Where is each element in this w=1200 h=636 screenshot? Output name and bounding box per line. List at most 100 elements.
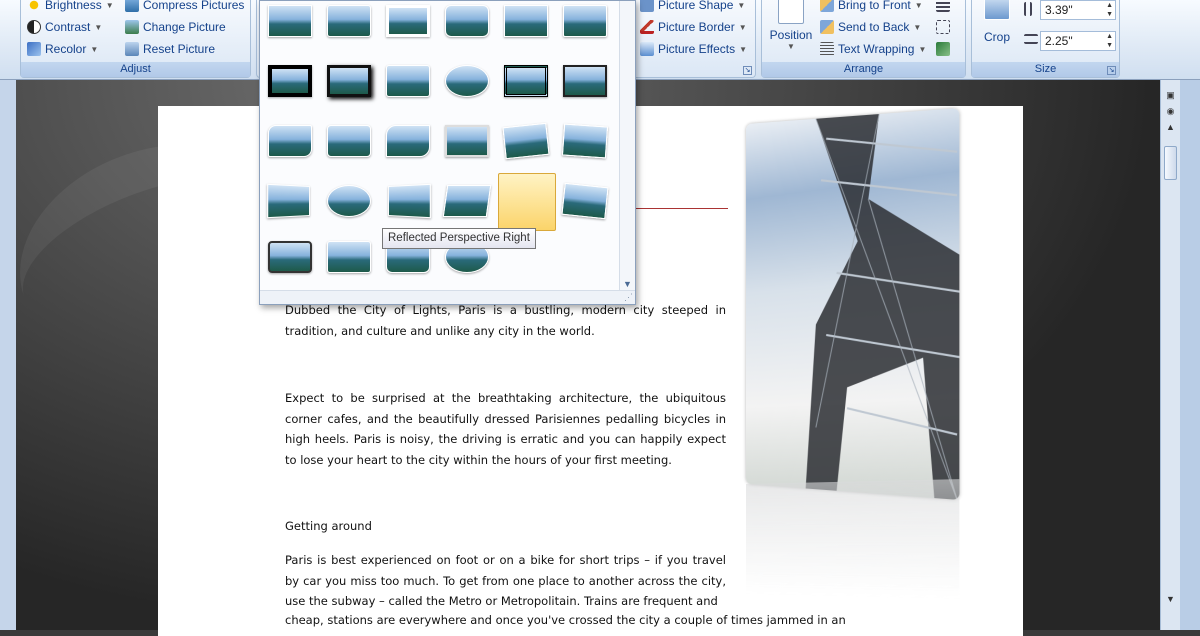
picture-style-option[interactable] bbox=[386, 65, 430, 97]
picture-style-option[interactable] bbox=[445, 5, 489, 37]
picture-style-option[interactable] bbox=[561, 182, 609, 220]
picture-style-option[interactable] bbox=[268, 5, 312, 37]
style-preview-image bbox=[386, 5, 430, 37]
scroll-top-icon[interactable]: ◉ bbox=[1163, 106, 1178, 120]
scroll-up-icon[interactable]: ▲ bbox=[1163, 122, 1178, 136]
spinner-arrows-icon[interactable]: ▲ ▼ bbox=[1106, 1, 1113, 19]
scrollbar-thumb[interactable] bbox=[1164, 146, 1177, 180]
style-preview-image bbox=[327, 185, 371, 217]
picture-style-option[interactable] bbox=[268, 125, 312, 157]
picture-border-button[interactable]: Picture Border ▼ bbox=[640, 18, 747, 36]
width-field[interactable]: 2.25" ▲ ▼ bbox=[1040, 31, 1116, 51]
rotate-button[interactable] bbox=[936, 40, 950, 58]
recolor-button[interactable]: Recolor ▼ bbox=[27, 40, 98, 58]
chevron-down-icon: ▼ bbox=[94, 22, 103, 32]
picture-style-option[interactable] bbox=[386, 5, 430, 37]
style-preview-image bbox=[561, 123, 609, 159]
picture-style-option[interactable] bbox=[267, 183, 312, 219]
position-icon bbox=[778, 0, 804, 24]
picture-style-option[interactable] bbox=[327, 125, 371, 157]
pencil-icon bbox=[640, 20, 654, 34]
picture-style-option[interactable] bbox=[268, 65, 312, 97]
picture-style-option[interactable] bbox=[504, 5, 548, 37]
style-preview-image bbox=[327, 125, 371, 157]
recolor-icon bbox=[27, 42, 41, 56]
style-preview-image bbox=[504, 65, 548, 97]
brightness-button[interactable]: Brightness ▼ bbox=[27, 0, 114, 14]
picture-style-option[interactable] bbox=[268, 241, 312, 273]
resize-grip-icon[interactable]: ⋰ bbox=[624, 292, 633, 303]
picture-style-option[interactable] bbox=[327, 241, 371, 273]
picture-style-option[interactable] bbox=[386, 125, 430, 157]
text-wrapping-button[interactable]: Text Wrapping ▼ bbox=[820, 40, 926, 58]
group-button[interactable] bbox=[936, 18, 950, 36]
paragraph-getting-around-cont[interactable]: cheap, stations are everywhere and once … bbox=[285, 610, 895, 631]
height-field[interactable]: 3.39" ▲ ▼ bbox=[1040, 0, 1116, 20]
picture-style-option[interactable] bbox=[442, 185, 492, 217]
picture-style-option[interactable] bbox=[504, 65, 548, 97]
style-preview-image bbox=[386, 125, 430, 157]
picture-shape-button[interactable]: Picture Shape ▼ bbox=[640, 0, 745, 14]
position-label: Position bbox=[769, 28, 813, 42]
size-launcher-icon[interactable]: ↘ bbox=[1107, 66, 1116, 75]
picture-style-option[interactable] bbox=[386, 183, 431, 219]
eiffel-tower-photo[interactable] bbox=[746, 108, 960, 500]
crop-button[interactable]: Crop bbox=[978, 0, 1016, 44]
text-wrapping-label: Text Wrapping bbox=[838, 42, 915, 56]
style-preview-image bbox=[445, 65, 489, 97]
picture-styles-gallery[interactable]: ▼ ⋰ bbox=[259, 0, 636, 305]
picture-style-option[interactable] bbox=[327, 185, 371, 217]
eiffel-tower-illustration bbox=[805, 108, 960, 500]
align-button[interactable] bbox=[936, 0, 950, 14]
heading-getting-around[interactable]: Getting around bbox=[285, 516, 726, 537]
rotate-icon bbox=[936, 42, 950, 56]
style-preview-image bbox=[327, 241, 371, 273]
contrast-icon bbox=[27, 20, 41, 34]
text-wrapping-icon bbox=[820, 42, 834, 56]
spinner-arrows-icon[interactable]: ▲ ▼ bbox=[1106, 32, 1113, 50]
style-preview-image bbox=[268, 5, 312, 37]
picture-style-option[interactable] bbox=[445, 65, 489, 97]
send-to-back-icon bbox=[820, 20, 834, 34]
send-to-back-button[interactable]: Send to Back ▼ bbox=[820, 18, 921, 36]
picture-style-option[interactable] bbox=[563, 65, 607, 97]
chevron-down-icon: ▼ bbox=[105, 0, 114, 10]
paragraph-getting-around[interactable]: Paris is best experienced on foot or on … bbox=[285, 550, 726, 612]
style-preview-image bbox=[268, 241, 312, 273]
paragraph-expect[interactable]: Expect to be surprised at the breathtaki… bbox=[285, 388, 726, 470]
bring-to-front-icon bbox=[820, 0, 834, 12]
chevron-down-icon: ▼ bbox=[918, 44, 927, 54]
paragraph-intro[interactable]: Dubbed the City of Lights, Paris is a bu… bbox=[285, 300, 726, 341]
gallery-footer: ⋰ bbox=[260, 290, 635, 304]
contrast-button[interactable]: Contrast ▼ bbox=[27, 18, 102, 36]
compress-pictures-button[interactable]: Compress Pictures bbox=[125, 0, 244, 14]
position-button[interactable]: Position ▼ bbox=[766, 0, 816, 51]
bring-to-front-button[interactable]: Bring to Front ▼ bbox=[820, 0, 923, 14]
picture-style-option[interactable] bbox=[563, 5, 607, 37]
picture-style-option[interactable] bbox=[327, 65, 371, 97]
selected-style-highlight bbox=[498, 173, 556, 231]
gallery-scrollbar[interactable]: ▼ bbox=[619, 1, 635, 291]
picture-style-option[interactable] bbox=[502, 122, 550, 160]
view-ruler-icon[interactable]: ▣ bbox=[1163, 90, 1178, 104]
change-picture-button[interactable]: Change Picture bbox=[125, 18, 226, 36]
scroll-down-icon[interactable]: ▼ bbox=[1163, 594, 1178, 608]
picture-styles-launcher-icon[interactable]: ↘ bbox=[743, 66, 752, 75]
align-icon bbox=[936, 0, 950, 12]
picture-border-label: Picture Border bbox=[658, 20, 735, 34]
style-preview-image bbox=[327, 5, 371, 37]
chevron-down-icon: ▼ bbox=[787, 42, 795, 51]
picture-style-option[interactable] bbox=[327, 5, 371, 37]
chevron-down-icon: ▼ bbox=[913, 22, 922, 32]
style-preview-image bbox=[442, 185, 492, 217]
chevron-down-icon: ▼ bbox=[90, 44, 99, 54]
compress-label: Compress Pictures bbox=[143, 0, 245, 12]
vertical-scrollbar[interactable]: ▣ ◉ ▲ ▼ bbox=[1160, 80, 1180, 630]
scroll-down-icon[interactable]: ▼ bbox=[623, 279, 632, 289]
picture-style-option[interactable] bbox=[561, 123, 609, 159]
picture-style-option[interactable] bbox=[445, 125, 489, 157]
reset-picture-button[interactable]: Reset Picture bbox=[125, 40, 215, 58]
picture-effects-button[interactable]: Picture Effects ▼ bbox=[640, 40, 747, 58]
chevron-down-icon: ▼ bbox=[914, 0, 923, 10]
style-preview-image bbox=[268, 65, 312, 97]
